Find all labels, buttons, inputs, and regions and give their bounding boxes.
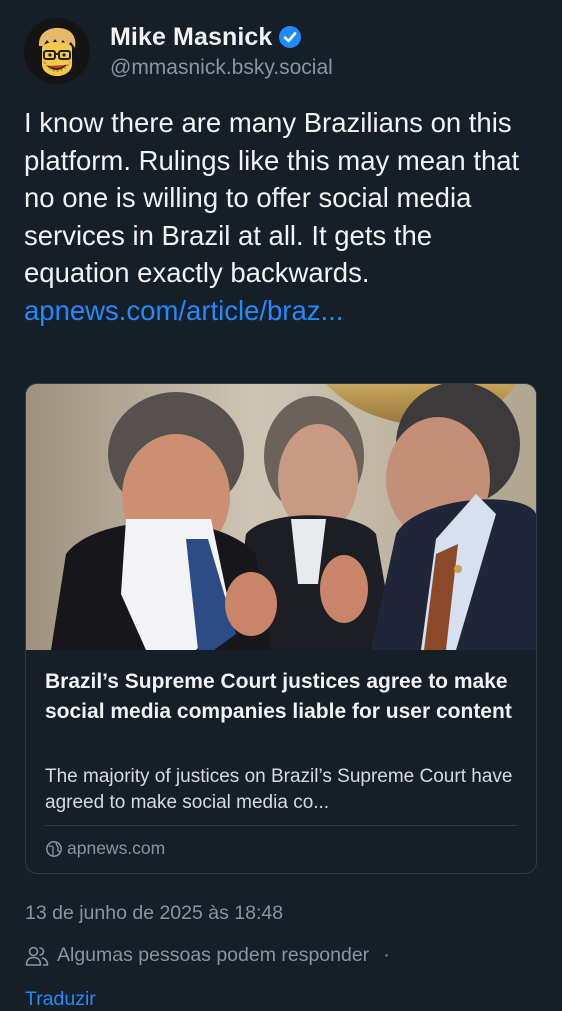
- card-title[interactable]: Brazil’s Supreme Court justices agree to…: [45, 667, 523, 727]
- handle[interactable]: @mmasnick.bsky.social: [110, 56, 333, 80]
- people-icon: [25, 946, 49, 966]
- card-image: [26, 384, 536, 650]
- display-name-row: Mike Masnick: [110, 23, 333, 52]
- avatar[interactable]: [24, 18, 90, 84]
- card-description: The majority of justices on Brazil’s Sup…: [45, 766, 513, 813]
- card-domain: apnews.com: [45, 838, 165, 859]
- post-timestamp: 13 de junho de 2025 às 18:48: [25, 902, 284, 924]
- verified-badge-icon: [279, 26, 302, 48]
- reply-setting[interactable]: Algumas pessoas podem responder ·: [25, 944, 390, 967]
- post-header: Mike Masnick @mmasnick.bsky.social: [24, 18, 333, 84]
- post-body-text: I know there are many Brazilians on this…: [24, 107, 520, 289]
- cartoon-avatar-icon: [24, 18, 90, 84]
- separator-dot: ·: [383, 944, 390, 966]
- link-card[interactable]: Brazil’s Supreme Court justices agree to…: [25, 383, 537, 874]
- author-names: Mike Masnick @mmasnick.bsky.social: [110, 23, 333, 80]
- reply-setting-text: Algumas pessoas podem responder: [57, 944, 370, 966]
- globe-icon: [46, 840, 62, 857]
- card-domain-text: apnews.com: [67, 838, 166, 858]
- post-text: I know there are many Brazilians on this…: [24, 104, 544, 330]
- card-divider: [45, 825, 517, 826]
- post-link[interactable]: apnews.com/article/braz...: [24, 295, 343, 326]
- display-name[interactable]: Mike Masnick: [110, 23, 272, 52]
